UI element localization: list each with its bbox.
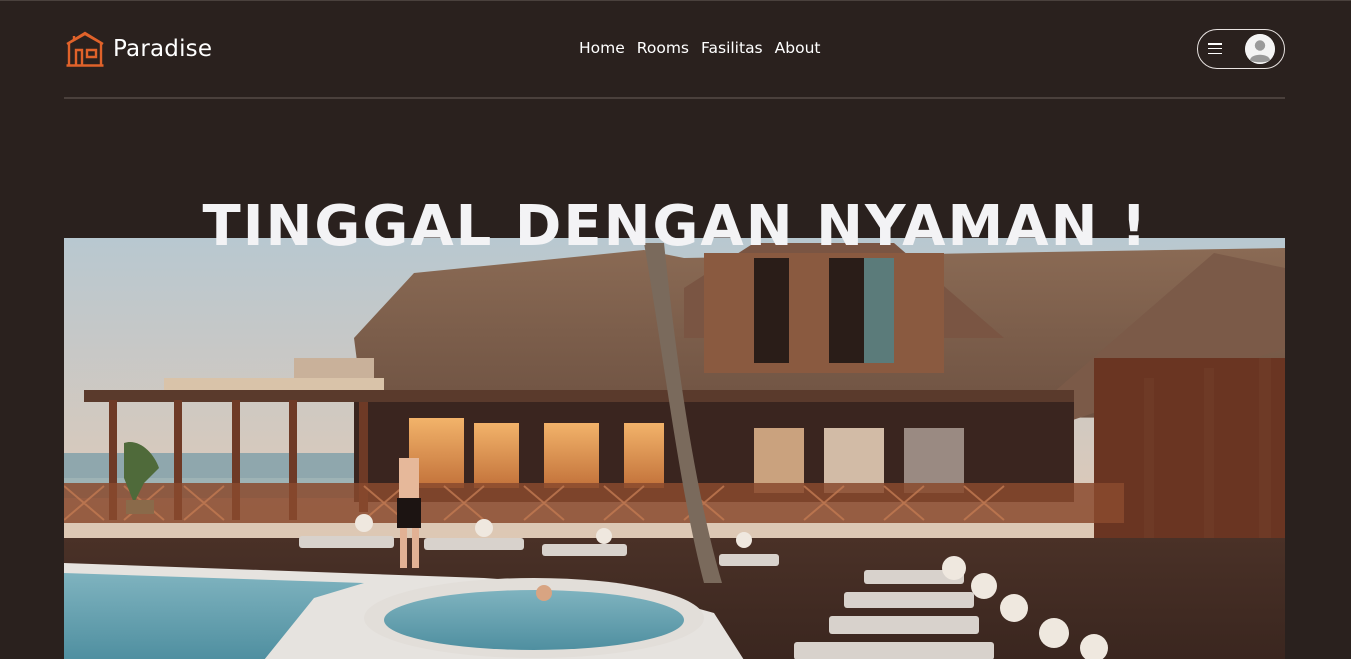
nav-about[interactable]: About [775, 39, 821, 57]
house-icon [66, 31, 104, 67]
navbar: Paradise Home Rooms Fasilitas About [64, 1, 1285, 99]
nav-rooms[interactable]: Rooms [637, 39, 689, 57]
nav-home[interactable]: Home [579, 39, 625, 57]
hero-title: TINGGAL DENGAN NYAMAN ! [202, 194, 1149, 259]
brand-logo[interactable]: Paradise [66, 31, 212, 67]
nav-fasilitas[interactable]: Fasilitas [701, 39, 763, 57]
user-avatar-icon [1245, 34, 1275, 64]
hero-image [64, 238, 1285, 659]
main-nav: Home Rooms Fasilitas About [579, 39, 820, 57]
hamburger-icon [1208, 43, 1222, 55]
user-menu-button[interactable] [1197, 29, 1285, 69]
brand-name: Paradise [113, 36, 213, 62]
